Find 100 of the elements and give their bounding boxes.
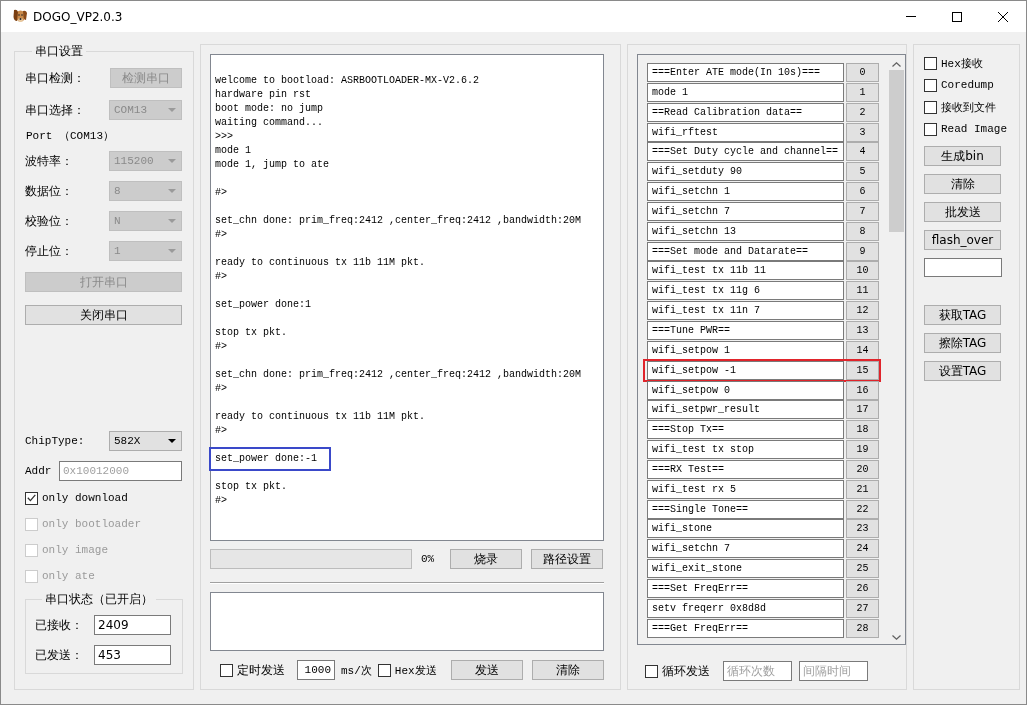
send-command-button[interactable]: 12: [846, 301, 879, 321]
command-field[interactable]: ===Set mode and Datarate==: [647, 241, 844, 261]
clear-button[interactable]: 清除: [532, 660, 604, 680]
send-command-button[interactable]: 18: [846, 420, 879, 440]
command-field[interactable]: wifi_test tx stop: [647, 440, 844, 460]
send-command-button[interactable]: 11: [846, 281, 879, 301]
tag-button[interactable]: 擦除TAG: [924, 333, 1001, 353]
terminal-line: #>: [215, 382, 228, 396]
command-field[interactable]: ==Read Calibration data==: [647, 102, 844, 122]
send-command-button[interactable]: 7: [846, 201, 879, 221]
send-command-button[interactable]: 4: [846, 142, 879, 162]
send-input[interactable]: [210, 592, 604, 651]
command-field[interactable]: wifi_test tx 11g 6: [647, 281, 844, 301]
command-field[interactable]: ===Tune PWR==: [647, 320, 844, 340]
checkbox-label[interactable]: 接收到文件: [941, 99, 996, 115]
checkbox-label[interactable]: Hex接收: [941, 55, 983, 71]
scroll-down-icon: [892, 635, 901, 640]
command-field[interactable]: wifi_test tx 11n 7: [647, 301, 844, 321]
command-field[interactable]: ===Set Duty cycle and channel==: [647, 142, 844, 162]
scrollbar-thumb[interactable]: [889, 70, 904, 232]
command-field[interactable]: ===Set FreqErr==: [647, 578, 844, 598]
tool-button[interactable]: 生成bin: [924, 146, 1001, 166]
send-command-button[interactable]: 25: [846, 559, 879, 579]
send-command-button[interactable]: 13: [846, 320, 879, 340]
input-field[interactable]: [924, 258, 1002, 277]
command-field[interactable]: wifi_stone: [647, 519, 844, 539]
send-command-button[interactable]: 24: [846, 539, 879, 559]
command-field[interactable]: wifi_setpwr_result: [647, 400, 844, 420]
send-command-button[interactable]: 15: [846, 360, 879, 380]
command-field[interactable]: wifi_setpow -1: [647, 360, 844, 380]
field-label: Addr: [25, 465, 53, 477]
close-port-button[interactable]: 关闭串口: [25, 305, 182, 325]
tag-button[interactable]: 获取TAG: [924, 305, 1001, 325]
command-field[interactable]: ===Get FreqErr==: [647, 618, 844, 638]
checkbox-label[interactable]: Coredump: [941, 79, 994, 91]
tag-button[interactable]: 设置TAG: [924, 361, 1001, 381]
field-label: 数据位：: [25, 182, 74, 200]
checkbox-label[interactable]: 循环发送: [662, 662, 710, 680]
checkbox[interactable]: [377, 663, 391, 677]
send-command-button[interactable]: 27: [846, 598, 879, 618]
checkbox[interactable]: [645, 664, 658, 678]
command-field[interactable]: wifi_test rx 5: [647, 479, 844, 499]
checkbox[interactable]: [220, 663, 233, 677]
send-command-button[interactable]: 26: [846, 578, 879, 598]
command-field[interactable]: wifi_exit_stone: [647, 559, 844, 579]
command-field[interactable]: wifi_setduty 90: [647, 162, 844, 182]
checkbox[interactable]: [924, 78, 937, 92]
command-field[interactable]: setv freqerr 0x8d8d: [647, 598, 844, 618]
input-field[interactable]: 453: [94, 645, 171, 665]
dropdown[interactable]: 582X: [109, 431, 182, 451]
checkbox[interactable]: [924, 122, 937, 136]
send-command-button[interactable]: 8: [846, 221, 879, 241]
progress-reading: 0%: [421, 553, 436, 565]
command-field[interactable]: ===Stop Tx==: [647, 420, 844, 440]
send-command-button[interactable]: 10: [846, 261, 879, 281]
send-command-button[interactable]: 23: [846, 519, 879, 539]
send-command-button[interactable]: 19: [846, 440, 879, 460]
checkbox[interactable]: [25, 491, 38, 505]
command-field[interactable]: wifi_setchn 7: [647, 539, 844, 559]
checkbox-label[interactable]: only download: [42, 492, 128, 504]
send-command-button[interactable]: 14: [846, 340, 879, 360]
checkbox-label[interactable]: Hex发送: [394, 662, 437, 678]
send-command-button[interactable]: 5: [846, 162, 879, 182]
checkbox-label[interactable]: 定时发送: [237, 661, 285, 679]
command-field[interactable]: ===RX Test==: [647, 459, 844, 479]
command-field[interactable]: wifi_test tx 11b 11: [647, 261, 844, 281]
command-field[interactable]: wifi_setpow 1: [647, 340, 844, 360]
send-command-button[interactable]: 9: [846, 241, 879, 261]
send-command-button[interactable]: 6: [846, 182, 879, 202]
field-label: 串口选择：: [25, 101, 86, 119]
send-button[interactable]: 发送: [451, 660, 523, 680]
command-field[interactable]: wifi_setchn 1: [647, 182, 844, 202]
checkbox[interactable]: [924, 100, 937, 114]
command-field[interactable]: ===Single Tone==: [647, 499, 844, 519]
window-title: DOGO_VP2.0.3: [33, 9, 123, 24]
interval-field[interactable]: 1000: [297, 660, 335, 680]
send-command-button[interactable]: 20: [846, 459, 879, 479]
checkbox-label[interactable]: Read Image: [941, 123, 1007, 135]
tool-button[interactable]: 批发送: [924, 202, 1001, 222]
send-command-button[interactable]: 21: [846, 479, 879, 499]
tool-button[interactable]: flash_over: [924, 230, 1001, 250]
flash-button[interactable]: 烧录: [450, 549, 522, 569]
input-field[interactable]: 2409: [94, 615, 171, 635]
command-field[interactable]: wifi_rftest: [647, 122, 844, 142]
terminal-line: #>: [215, 186, 228, 200]
tool-button[interactable]: 清除: [924, 174, 1001, 194]
command-field[interactable]: wifi_setchn 7: [647, 201, 844, 221]
send-command-button[interactable]: 28: [846, 618, 879, 638]
send-command-button[interactable]: 17: [846, 400, 879, 420]
command-field[interactable]: ===Enter ATE mode(In 10s)===: [647, 63, 844, 82]
send-command-button[interactable]: 3: [846, 122, 879, 142]
command-field[interactable]: wifi_setchn 13: [647, 221, 844, 241]
send-command-button[interactable]: 2: [846, 102, 879, 122]
field-label: 停止位：: [25, 242, 74, 260]
send-command-button[interactable]: 1: [846, 82, 879, 102]
checkbox[interactable]: [924, 56, 937, 70]
send-command-button[interactable]: 0: [846, 63, 879, 82]
send-command-button[interactable]: 22: [846, 499, 879, 519]
command-field[interactable]: mode 1: [647, 82, 844, 102]
path-settings-button[interactable]: 路径设置: [531, 549, 603, 569]
